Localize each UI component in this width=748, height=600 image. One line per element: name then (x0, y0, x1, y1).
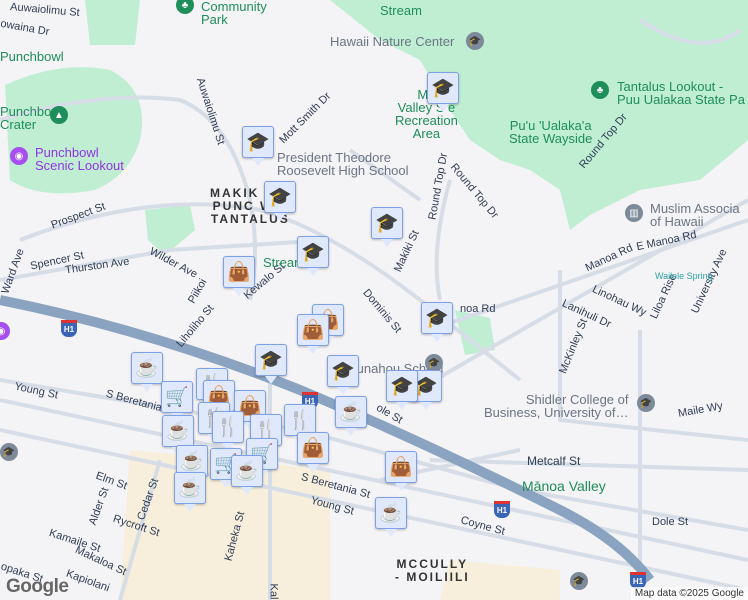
label-line: Roosevelt High School (277, 163, 409, 178)
place-label-puu-ualakaa[interactable]: Pu'u 'Ualaka'a State Wayside (509, 119, 592, 145)
label-line: Park (201, 12, 228, 27)
label-line: Scenic Lookout (35, 158, 124, 173)
graduation-cap-icon: 🎓 (301, 242, 325, 263)
place-label-stream: Stream (380, 3, 422, 18)
school-marker[interactable]: 🎓 (242, 126, 274, 166)
coffee-marker[interactable]: ☕ (231, 455, 263, 495)
map-attribution[interactable]: Map data ©2025 Google (630, 587, 748, 600)
graduation-cap-icon: 🎓 (331, 361, 355, 382)
shopping-cart-icon: 🛒 (165, 387, 189, 408)
shopping-bag-icon: 👜 (301, 320, 325, 341)
street-label: Dole St (652, 516, 689, 528)
grocery-marker[interactable]: 🛒 (161, 381, 193, 421)
fork-knife-icon: 🍴 (216, 417, 240, 438)
shopping-bag-icon: 👜 (227, 262, 251, 283)
place-label-punchbowl-lookout[interactable]: Punchbowl Scenic Lookout (35, 146, 124, 172)
school-marker[interactable]: 🎓 (264, 181, 296, 221)
school-marker[interactable]: 🎓 (327, 355, 359, 395)
label-line: Business, University of… (484, 405, 629, 420)
label-line: Puu Ualakaa State Pa (617, 92, 745, 107)
coffee-cup-icon: ☕ (178, 478, 202, 499)
place-label-shidler-college[interactable]: Shidler College of Business, University o… (484, 393, 629, 419)
shop-marker[interactable]: 👜 (223, 256, 255, 296)
shop-marker[interactable]: 👜 (297, 432, 329, 472)
place-label-manoa-valley: Mānoa Valley (522, 478, 606, 494)
coffee-cup-icon: ☕ (379, 503, 403, 524)
graduation-cap-icon: 🎓 (375, 213, 399, 234)
street-label: Metcalf St (527, 454, 581, 468)
street-label: noa Rd (460, 303, 496, 315)
place-label-tantalus-lookout[interactable]: Tantalus Lookout - Puu Ualakaa State Pa (617, 80, 745, 106)
school-icon[interactable]: 🎓 (466, 32, 484, 50)
school-icon[interactable]: 🎓 (570, 572, 588, 590)
mosque-icon[interactable]: ▥ (625, 204, 643, 222)
coffee-marker[interactable]: ☕ (162, 415, 194, 455)
place-label-community-park[interactable]: Community Park (201, 0, 267, 26)
graduation-cap-icon: 🎓 (246, 132, 270, 153)
label-line: Area (412, 126, 441, 141)
tree-icon[interactable]: ♣ (591, 81, 609, 99)
coffee-cup-icon: ☕ (235, 461, 259, 482)
school-marker[interactable]: 🎓 (386, 370, 418, 410)
graduation-cap-icon: 🎓 (431, 78, 455, 99)
shop-marker[interactable]: 👜 (385, 451, 417, 491)
place-label-wailele-spring: Wailele Spring (655, 271, 713, 281)
shop-marker[interactable]: 👜 (297, 314, 329, 354)
street-label: Kal (267, 583, 280, 600)
graduation-cap-icon: 🎓 (259, 350, 283, 371)
place-label-muslim-association[interactable]: Muslim Associa of Hawaii (650, 202, 740, 228)
fork-knife-icon: 🍴 (288, 410, 312, 431)
school-marker[interactable]: 🎓 (371, 207, 403, 247)
h1-shield-icon: H1 (61, 320, 77, 337)
mountain-icon[interactable]: ▲ (50, 106, 68, 124)
shopping-bag-icon: 👜 (301, 438, 325, 459)
school-icon[interactable]: 🎓 (0, 443, 18, 461)
coffee-cup-icon: ☕ (135, 358, 159, 379)
label-line: State Wayside (509, 131, 593, 146)
google-logo: Google (6, 576, 69, 597)
place-label-hawaii-nature-center[interactable]: Hawaii Nature Center (330, 35, 454, 48)
graduation-cap-icon: 🎓 (425, 308, 449, 329)
school-marker[interactable]: 🎓 (427, 72, 459, 112)
h1-shield-icon: H1 (494, 501, 510, 518)
coffee-cup-icon: ☕ (339, 402, 363, 423)
coffee-marker[interactable]: ☕ (131, 352, 163, 392)
camera-icon[interactable]: ◉ (10, 147, 28, 165)
graduation-cap-icon: 🎓 (390, 376, 414, 397)
coffee-marker[interactable]: ☕ (174, 472, 206, 512)
park (85, 0, 140, 45)
school-marker[interactable]: 🎓 (255, 344, 287, 384)
label-line: - MOILIILI (395, 570, 470, 584)
graduation-cap-icon: 🎓 (268, 187, 292, 208)
label-line: of Hawaii (650, 214, 704, 229)
coffee-marker[interactable]: ☕ (375, 497, 407, 537)
food-marker[interactable]: 🍴 (212, 411, 244, 451)
place-label-roosevelt-high-school[interactable]: President Theodore Roosevelt High School (277, 151, 409, 177)
coffee-cup-icon: ☕ (166, 421, 190, 442)
place-label-punchbowl: Punchbowl (0, 49, 64, 64)
coffee-marker[interactable]: ☕ (335, 396, 367, 436)
neighborhood-label-mccully: MCCULLY - MOILIILI (395, 558, 470, 584)
school-marker[interactable]: 🎓 (297, 236, 329, 276)
school-icon[interactable]: 🎓 (637, 394, 655, 412)
shopping-bag-icon: 👜 (389, 457, 413, 478)
coffee-cup-icon: ☕ (180, 451, 204, 472)
school-marker[interactable]: 🎓 (421, 302, 453, 342)
